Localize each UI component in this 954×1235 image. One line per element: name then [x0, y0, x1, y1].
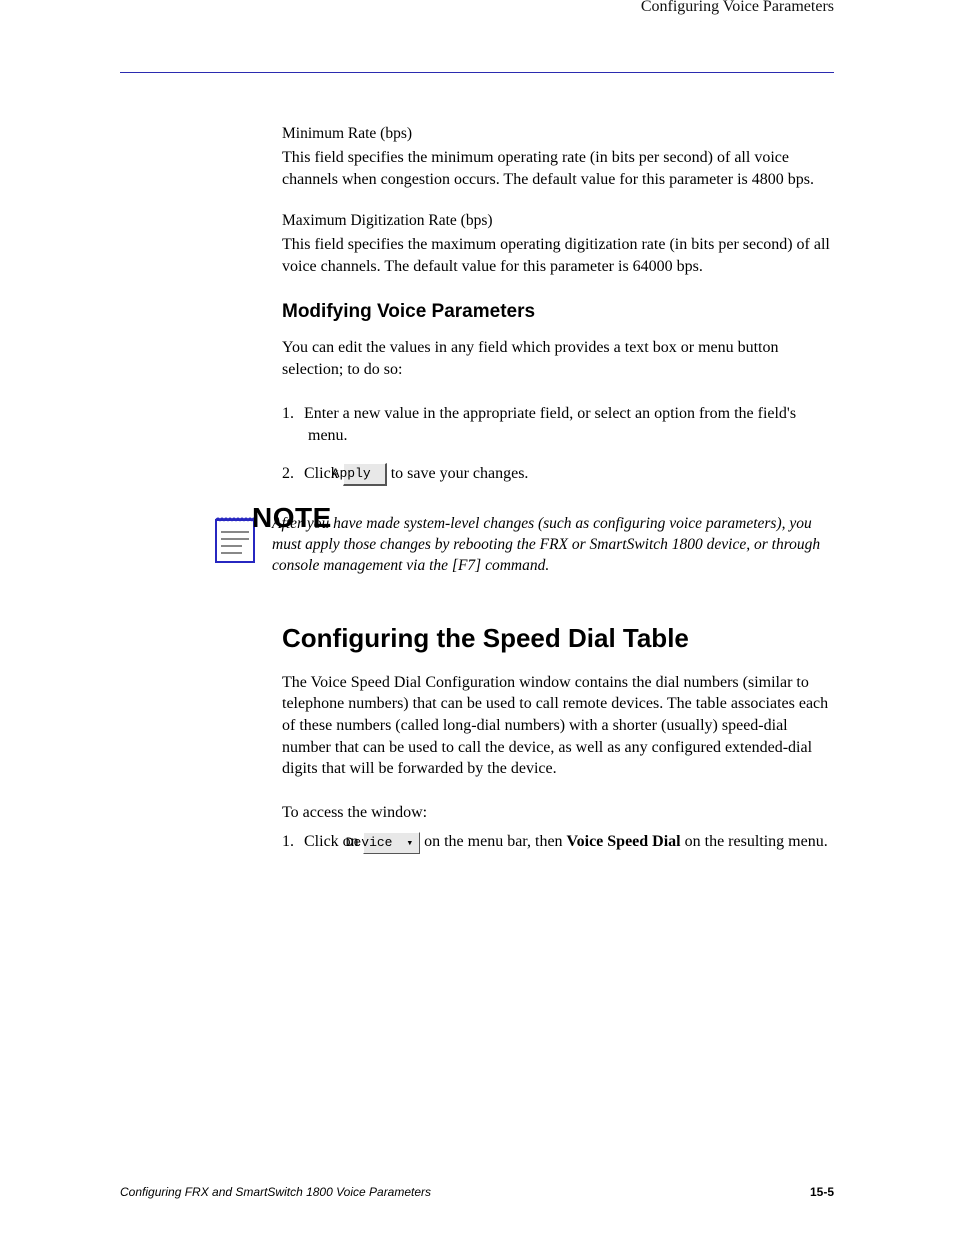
device-menu-label: Device — [346, 835, 393, 850]
speed-dial-intro: The Voice Speed Dial Configuration windo… — [282, 672, 834, 780]
note-text: After you have made system-level changes… — [272, 512, 834, 577]
modify-step-2-post: to save your changes. — [387, 465, 529, 482]
footer-right: 15-5 — [810, 1185, 834, 1199]
sd-step1-bold: Voice Speed Dial — [567, 833, 681, 850]
apply-button[interactable]: Apply — [343, 463, 387, 486]
sd-step1-post: on the resulting menu. — [681, 833, 828, 850]
footer-left: Configuring FRX and SmartSwitch 1800 Voi… — [120, 1185, 431, 1199]
speed-dial-heading: Configuring the Speed Dial Table — [282, 623, 834, 654]
speed-dial-step-1: 1.Click on Device▾ on the menu bar, then… — [282, 831, 834, 853]
page-footer: Configuring FRX and SmartSwitch 1800 Voi… — [120, 1185, 834, 1199]
note-label: NOTE — [252, 502, 332, 534]
min-rate-heading: Minimum Rate (bps) — [282, 125, 834, 143]
sd-step1-mid: on the menu bar, then — [420, 833, 566, 850]
modify-heading: Modifying Voice Parameters — [282, 301, 834, 323]
min-rate-text: This field specifies the minimum operati… — [282, 147, 834, 190]
max-rate-text: This field specifies the maximum operati… — [282, 234, 834, 277]
page-header-label: Configuring Voice Parameters — [120, 0, 834, 16]
modify-step-1: 1.Enter a new value in the appropriate f… — [282, 403, 834, 448]
chevron-down-icon: ▾ — [406, 838, 413, 850]
header-rule — [120, 72, 834, 73]
device-menu-button[interactable]: Device▾ — [363, 832, 420, 854]
speed-dial-access: To access the window: — [282, 802, 834, 824]
modify-step-2: 2.Click Apply to save your changes. — [282, 463, 834, 486]
modify-step-1-text: Enter a new value in the appropriate fie… — [304, 405, 796, 444]
max-rate-heading: Maximum Digitization Rate (bps) — [282, 212, 834, 230]
modify-intro: You can edit the values in any field whi… — [282, 337, 834, 380]
